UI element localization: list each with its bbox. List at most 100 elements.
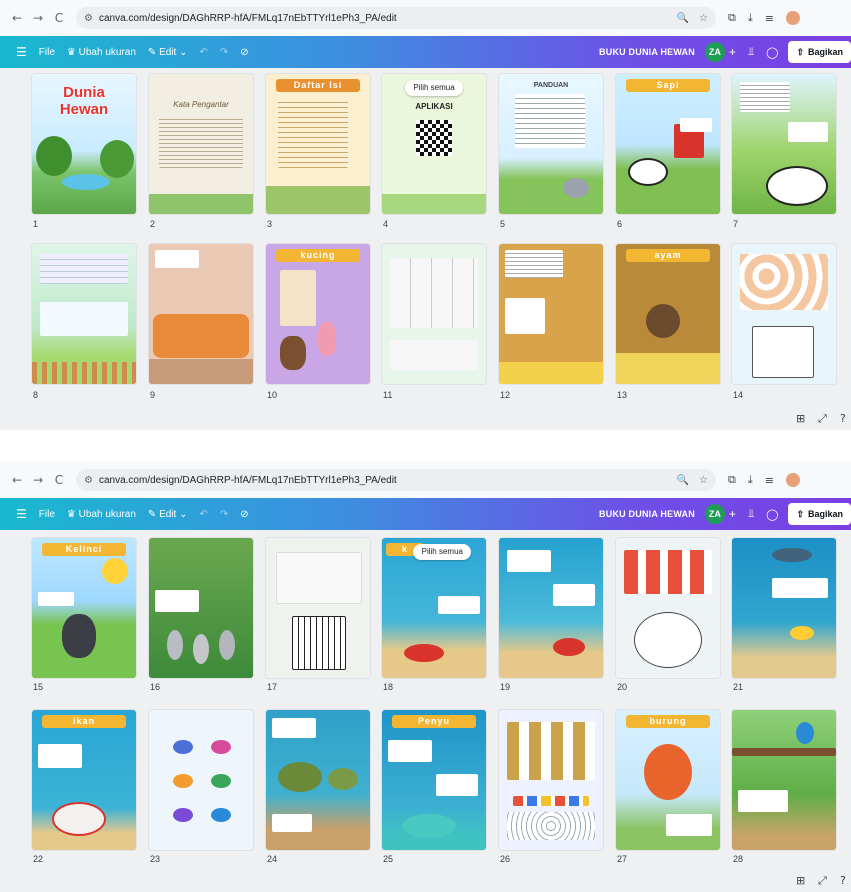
page-thumbnail[interactable]: Sapi bbox=[616, 74, 720, 214]
insights-icon[interactable]: ⫫ bbox=[748, 507, 754, 521]
resize-button[interactable]: ♛ Ubah ukuran bbox=[67, 509, 136, 520]
zoom-icon[interactable]: 🔍 bbox=[677, 13, 689, 24]
tab-list-icon[interactable]: ≡ bbox=[765, 12, 774, 25]
saved-status-icon[interactable]: ⊘ bbox=[240, 47, 248, 58]
page-thumbnail[interactable] bbox=[499, 538, 603, 678]
undo-icon[interactable]: ↶ bbox=[199, 47, 207, 58]
file-menu[interactable]: File bbox=[39, 509, 55, 520]
comment-icon[interactable]: ◯ bbox=[766, 46, 778, 59]
menu-icon[interactable]: ☰ bbox=[16, 507, 27, 521]
page-thumbnail[interactable] bbox=[732, 538, 836, 678]
document-title[interactable]: BUKU DUNIA HEWAN bbox=[599, 47, 695, 57]
page-thumbnail[interactable]: ayam bbox=[616, 244, 720, 384]
saved-status-icon[interactable]: ⊘ bbox=[240, 509, 248, 520]
resize-button[interactable]: ♛ Ubah ukuran bbox=[67, 47, 136, 58]
edit-button[interactable]: ✎ Edit ⌄ bbox=[148, 47, 188, 58]
page-thumbnail[interactable]: Penyu bbox=[382, 710, 486, 850]
add-collaborator-icon[interactable]: + bbox=[729, 45, 736, 59]
help-icon[interactable]: ? bbox=[840, 412, 846, 425]
tab-list-icon[interactable]: ≡ bbox=[765, 474, 774, 487]
worksheet-block bbox=[624, 550, 712, 594]
profile-avatar[interactable] bbox=[785, 473, 800, 487]
menu-icon[interactable]: ☰ bbox=[16, 45, 27, 59]
undo-icon[interactable]: ↶ bbox=[199, 509, 207, 520]
page-thumbnail[interactable]: k Pilih semua bbox=[382, 538, 486, 678]
page-thumbnail[interactable]: PANDUAN bbox=[499, 74, 603, 214]
select-all-button[interactable]: Pilih semua bbox=[404, 80, 464, 96]
star-icon[interactable]: ☆ bbox=[699, 475, 708, 486]
page-number: 14 bbox=[733, 390, 744, 400]
url-bar[interactable]: ⚙ canva.com/design/DAGhRRP-hfA/FMLq17nEb… bbox=[76, 7, 716, 29]
grid-view-icon[interactable]: ⊞ bbox=[796, 874, 805, 887]
fullscreen-icon[interactable]: ⤢ bbox=[818, 412, 827, 426]
document-title[interactable]: BUKU DUNIA HEWAN bbox=[599, 509, 695, 519]
turtle-shape bbox=[328, 768, 358, 790]
share-button[interactable]: ⇧ Bagikan bbox=[788, 41, 851, 63]
star-icon[interactable]: ☆ bbox=[699, 13, 708, 24]
page-thumbnail[interactable] bbox=[149, 244, 253, 384]
text-block bbox=[680, 118, 712, 132]
resize-label: Ubah ukuran bbox=[78, 508, 136, 520]
insights-icon[interactable]: ⫫ bbox=[748, 45, 754, 59]
download-icon[interactable]: ⤓ bbox=[748, 11, 753, 25]
edit-label: Edit bbox=[159, 508, 177, 520]
page-thumbnail[interactable] bbox=[616, 538, 720, 678]
page-thumbnail[interactable]: Dunia Hewan bbox=[32, 74, 136, 214]
forward-icon[interactable]: → bbox=[29, 11, 47, 25]
page-thumbnail[interactable] bbox=[732, 74, 836, 214]
page-thumbnail[interactable]: burung bbox=[616, 710, 720, 850]
grid-view-icon[interactable]: ⊞ bbox=[796, 412, 805, 425]
add-collaborator-icon[interactable]: + bbox=[729, 507, 736, 521]
user-avatar[interactable]: ZA bbox=[704, 504, 725, 524]
comment-icon[interactable]: ◯ bbox=[766, 508, 778, 521]
back-icon[interactable]: ← bbox=[8, 11, 26, 25]
page-thumbnail[interactable]: Daftar Isi bbox=[266, 74, 370, 214]
user-avatar[interactable]: ZA bbox=[704, 42, 725, 62]
url-bar[interactable]: ⚙ canva.com/design/DAGhRRP-hfA/FMLq17nEb… bbox=[76, 469, 716, 491]
back-icon[interactable]: ← bbox=[8, 473, 26, 487]
fullscreen-icon[interactable]: ⤢ bbox=[818, 874, 827, 888]
select-all-button[interactable]: Pilih semua bbox=[413, 544, 472, 560]
page-thumbnail[interactable]: ikan bbox=[32, 710, 136, 850]
extensions-icon[interactable]: ⧉ bbox=[728, 473, 736, 487]
text-block bbox=[38, 744, 82, 768]
page-thumbnail[interactable]: Pilih semua APLIKASI bbox=[382, 74, 486, 214]
page-thumbnail[interactable] bbox=[266, 538, 370, 678]
extensions-icon[interactable]: ⧉ bbox=[728, 11, 736, 25]
reload-icon[interactable]: C bbox=[50, 473, 68, 487]
forward-icon[interactable]: → bbox=[29, 473, 47, 487]
help-icon[interactable]: ? bbox=[840, 874, 846, 887]
redo-icon[interactable]: ↷ bbox=[220, 47, 228, 58]
site-settings-icon[interactable]: ⚙ bbox=[84, 13, 93, 24]
page-thumbnail[interactable] bbox=[266, 710, 370, 850]
page-heading: Daftar Isi bbox=[276, 79, 360, 92]
page-thumbnail[interactable] bbox=[382, 244, 486, 384]
reload-icon[interactable]: C bbox=[50, 11, 68, 25]
file-menu[interactable]: File bbox=[39, 47, 55, 58]
text-block bbox=[772, 578, 828, 598]
page-thumbnail[interactable] bbox=[149, 538, 253, 678]
page-thumbnail[interactable] bbox=[149, 710, 253, 850]
url-text[interactable]: canva.com/design/DAGhRRP-hfA/FMLq17nEbTT… bbox=[99, 13, 667, 24]
page-thumbnail[interactable] bbox=[732, 710, 836, 850]
edit-button[interactable]: ✎ Edit ⌄ bbox=[148, 509, 188, 520]
profile-avatar[interactable] bbox=[785, 11, 800, 25]
url-text[interactable]: canva.com/design/DAGhRRP-hfA/FMLq17nEbTT… bbox=[99, 475, 667, 486]
site-settings-icon[interactable]: ⚙ bbox=[84, 475, 93, 486]
page-thumbnail[interactable] bbox=[732, 244, 836, 384]
page-thumbnail[interactable]: kucing bbox=[266, 244, 370, 384]
page-thumbnail[interactable] bbox=[499, 244, 603, 384]
zoom-icon[interactable]: 🔍 bbox=[677, 475, 689, 486]
text-block bbox=[740, 82, 790, 112]
page-thumbnail[interactable]: Kelinci bbox=[32, 538, 136, 678]
redo-icon[interactable]: ↷ bbox=[220, 509, 228, 520]
page-thumbnail[interactable]: Kata Pengantar bbox=[149, 74, 253, 214]
cow-shape bbox=[628, 158, 668, 186]
screenshot-top: ← → C ⚙ canva.com/design/DAGhRRP-hfA/FML… bbox=[0, 0, 851, 430]
maze-block bbox=[292, 616, 346, 670]
share-button[interactable]: ⇧ Bagikan bbox=[788, 503, 851, 525]
page-number: 20 bbox=[617, 682, 628, 692]
page-thumbnail[interactable] bbox=[32, 244, 136, 384]
download-icon[interactable]: ⤓ bbox=[748, 473, 753, 487]
page-thumbnail[interactable] bbox=[499, 710, 603, 850]
